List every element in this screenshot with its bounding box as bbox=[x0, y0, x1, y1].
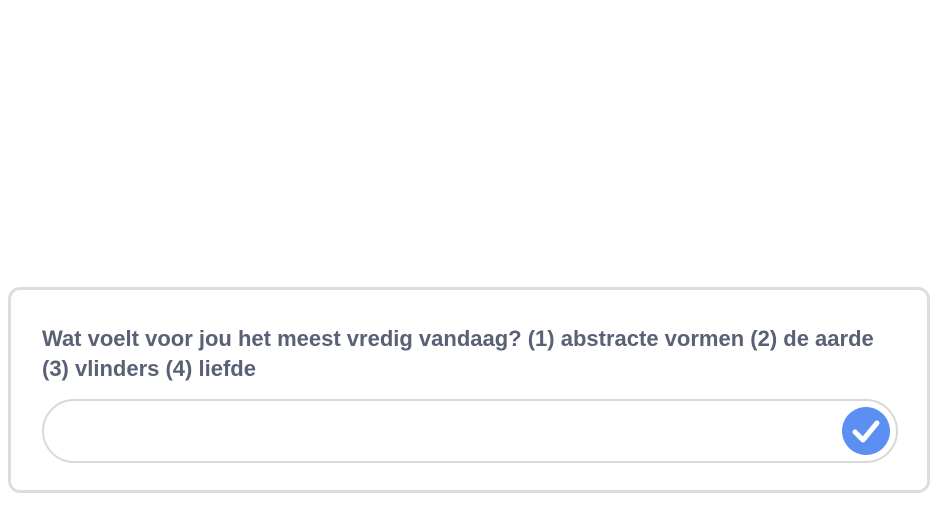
check-icon bbox=[852, 420, 880, 443]
answer-field bbox=[42, 399, 898, 463]
submit-button[interactable] bbox=[842, 407, 890, 455]
answer-input[interactable] bbox=[66, 401, 830, 463]
question-card: Wat voelt voor jou het meest vredig vand… bbox=[8, 287, 930, 493]
page: Wat voelt voor jou het meest vredig vand… bbox=[0, 0, 942, 508]
question-text: Wat voelt voor jou het meest vredig vand… bbox=[42, 326, 874, 381]
